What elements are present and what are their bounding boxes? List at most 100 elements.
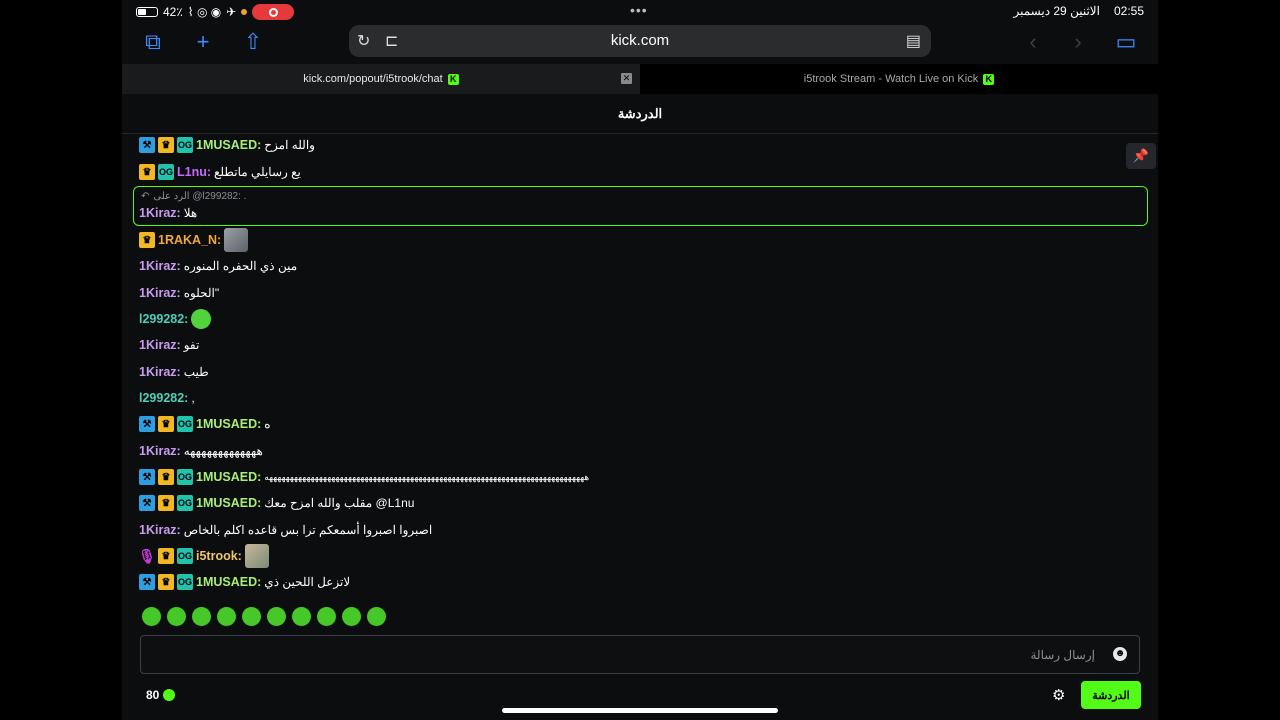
- reply-arrow-icon: ↶: [141, 191, 150, 202]
- chat-message[interactable]: ⚒ ♛ OG 1MUSAED: مقلب والله امزح معك @L1n…: [139, 492, 414, 514]
- chat-message[interactable]: l299282:: [139, 308, 212, 330]
- username[interactable]: 1RAKA_N:: [158, 233, 221, 247]
- username[interactable]: i5trook:: [196, 549, 242, 563]
- username[interactable]: l299282:: [139, 312, 188, 326]
- microphone-icon: 🎙: [138, 547, 156, 564]
- username[interactable]: l299282:: [139, 391, 188, 405]
- crown-icon: ♛: [158, 416, 174, 432]
- kick-favicon: K: [983, 73, 995, 85]
- og-badge-icon: OG: [177, 469, 193, 485]
- tab-stream[interactable]: i5trook Stream - Watch Live on Kick K: [640, 64, 1158, 94]
- crown-icon: ♛: [158, 137, 174, 153]
- viewers-icon: [163, 689, 176, 701]
- chat-message[interactable]: 1Kiraz: تفو: [139, 334, 199, 356]
- username[interactable]: 1Kiraz:: [139, 206, 181, 220]
- chat-send-button[interactable]: الدردشة: [1081, 681, 1141, 709]
- message-text: هلا: [183, 206, 198, 220]
- status-bar: 42٪ ⌇ ◎ ◉ ✈ ••• 02:55 الاثنين 29 ديسمبر: [122, 0, 1158, 22]
- multitask-dots-icon[interactable]: •••: [630, 2, 648, 18]
- quick-emote-icon[interactable]: [167, 607, 186, 626]
- chat-message[interactable]: 1Kiraz: هلا: [139, 202, 197, 224]
- username[interactable]: 1Kiraz:: [139, 523, 181, 537]
- username[interactable]: 1MUSAED:: [196, 417, 261, 431]
- clock: 02:55: [1113, 4, 1144, 18]
- quick-emote-icon[interactable]: [267, 607, 286, 626]
- username[interactable]: 1Kiraz:: [139, 259, 181, 273]
- quick-emote-icon[interactable]: [217, 607, 236, 626]
- chat-message[interactable]: 1Kiraz: هههههههههههههه: [139, 440, 263, 462]
- emoji-picker-icon[interactable]: ☻: [1113, 647, 1127, 661]
- chat-message[interactable]: ⚒ ♛ OG 1MUSAED: والله امزح: [139, 134, 315, 156]
- close-tab-icon[interactable]: ✕: [621, 73, 632, 84]
- share-icon[interactable]: ⇧: [239, 28, 267, 56]
- username[interactable]: 1Kiraz:: [139, 338, 181, 352]
- airplane-icon: ✈: [226, 5, 237, 19]
- message-text: يع رسايلي ماتطلع: [214, 165, 301, 179]
- username[interactable]: 1MUSAED:: [196, 575, 261, 589]
- og-badge-icon: OG: [158, 164, 174, 180]
- username[interactable]: 1Kiraz:: [139, 286, 181, 300]
- browser-toolbar: ⧉ + ⇧ ↻ ⊏ kick.com ▤ ‹ › ▭: [122, 22, 1158, 64]
- sidebar-icon[interactable]: ▭: [1112, 28, 1140, 56]
- og-badge-icon: OG: [177, 548, 193, 564]
- hammer-icon: ⚒: [139, 574, 155, 590]
- username[interactable]: 1Kiraz:: [139, 444, 181, 458]
- message-text: هههههههههههههه: [183, 444, 263, 458]
- quick-emote-icon[interactable]: [242, 607, 261, 626]
- tabs-overview-icon[interactable]: ⧉: [139, 28, 167, 56]
- chat-message[interactable]: ⚒ ♛ OG 1MUSAED: هههههههههههههههههههههههه…: [139, 466, 589, 488]
- hammer-icon: ⚒: [139, 416, 155, 432]
- chat-message[interactable]: 1Kiraz: طيب: [139, 361, 209, 383]
- battery-icon: [136, 7, 158, 17]
- username[interactable]: L1nu:: [177, 165, 211, 179]
- new-tab-icon[interactable]: +: [189, 28, 217, 56]
- username[interactable]: 1MUSAED:: [196, 470, 261, 484]
- tab-chat-popout[interactable]: kick.com/popout/i5trook/chat K ✕: [122, 64, 640, 94]
- quick-emote-icon[interactable]: [142, 607, 161, 626]
- chat-message[interactable]: l299282: ,: [139, 387, 195, 409]
- username[interactable]: 1Kiraz:: [139, 365, 181, 379]
- quick-emote-icon[interactable]: [192, 607, 211, 626]
- chat-message[interactable]: 🎙 ♛ OG i5trook:: [138, 544, 269, 568]
- back-icon[interactable]: ‹: [1019, 28, 1047, 56]
- chat-message[interactable]: 1Kiraz: الحلوه": [139, 282, 219, 304]
- address-bar[interactable]: ↻ ⊏ kick.com ▤: [349, 25, 931, 57]
- chat-message[interactable]: ⚒ ♛ OG 1MUSAED: لاتزعل اللحين ذي: [139, 571, 350, 593]
- username[interactable]: 1MUSAED:: [196, 496, 261, 510]
- message-text: اصبروا اصبروا أسمعكم ترا بس قاعده اكلم ب…: [183, 523, 433, 537]
- forward-icon[interactable]: ›: [1064, 28, 1092, 56]
- gear-icon[interactable]: ⚙: [1052, 686, 1065, 704]
- privacy-dot: [241, 9, 248, 15]
- message-text: تفو: [183, 338, 200, 352]
- tab-label: kick.com/popout/i5trook/chat: [303, 73, 443, 85]
- hammer-icon: ⚒: [139, 469, 155, 485]
- quick-emote-icon[interactable]: [367, 607, 386, 626]
- pin-icon[interactable]: 📌: [1126, 143, 1156, 169]
- quick-emote-icon[interactable]: [292, 607, 311, 626]
- hammer-icon: ⚒: [139, 495, 155, 511]
- username[interactable]: 1MUSAED:: [196, 138, 261, 152]
- message-text: لاتزعل اللحين ذي: [264, 575, 351, 589]
- ipad-screen: 42٪ ⌇ ◎ ◉ ✈ ••• 02:55 الاثنين 29 ديسمبر …: [122, 0, 1158, 720]
- tab-label: i5trook Stream - Watch Live on Kick: [803, 73, 979, 85]
- message-text: مين ذي الحفره المنوره: [183, 259, 298, 273]
- quick-emote-icon[interactable]: [317, 607, 336, 626]
- crown-icon: ♛: [139, 232, 155, 248]
- highlighted-reply-message[interactable]: ↶ الرد على @l299282: .: [133, 186, 1148, 226]
- chat-message[interactable]: 1Kiraz: اصبروا اصبروا أسمعكم ترا بس قاعد…: [139, 519, 432, 541]
- home-indicator[interactable]: [502, 708, 778, 713]
- chat-input-placeholder: إرسال رسالة: [1030, 648, 1096, 662]
- chat-input[interactable]: إرسال رسالة ☻: [140, 635, 1140, 674]
- chat-message[interactable]: 1Kiraz: مين ذي الحفره المنوره: [139, 255, 297, 277]
- chat-message[interactable]: ♛ OG L1nu: يع رسايلي ماتطلع: [139, 161, 301, 183]
- message-text: ه: [264, 417, 271, 431]
- message-text: والله امزح: [264, 138, 315, 152]
- viewer-count: 80: [146, 688, 176, 702]
- chat-message[interactable]: ♛ 1RAKA_N:: [139, 228, 249, 252]
- screen-record-icon[interactable]: [252, 4, 295, 20]
- wifi-icon: ⌇ ◎ ◉: [187, 5, 222, 19]
- chat-message[interactable]: ⚒ ♛ OG 1MUSAED: ه: [139, 413, 271, 435]
- date: الاثنين 29 ديسمبر: [1013, 4, 1100, 18]
- quick-emote-icon[interactable]: [342, 607, 361, 626]
- reader-icon[interactable]: ▤: [906, 31, 921, 51]
